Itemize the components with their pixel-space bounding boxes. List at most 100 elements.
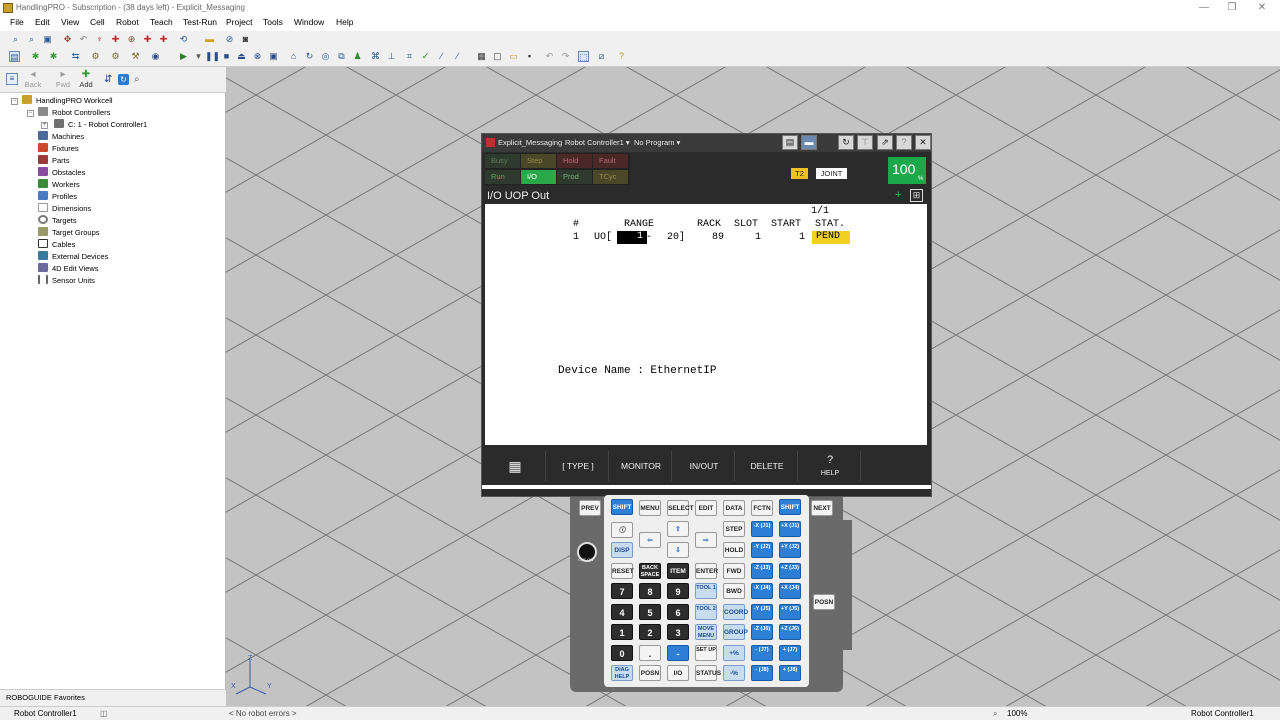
jog-minus-j6[interactable]: -Z (J6) — [751, 624, 773, 640]
minimize-button[interactable]: — — [1192, 0, 1216, 16]
record-icon[interactable]: ⚙ — [90, 51, 101, 62]
tree-item-cables[interactable]: Cables — [38, 239, 75, 251]
tree-item-targets[interactable]: Targets — [38, 215, 77, 227]
tree-root[interactable]: HandlingPRO Workcell — [22, 95, 113, 107]
refresh-tree-icon[interactable]: ↻ — [118, 74, 129, 85]
tp-program-select[interactable]: No Program ▾ — [634, 138, 680, 147]
key-7[interactable]: 7 — [611, 583, 633, 599]
tree-robot-controllers[interactable]: Robot Controllers — [38, 107, 110, 119]
open-folder-icon[interactable]: ▭ — [508, 51, 519, 62]
profile-icon[interactable]: ⊥ — [386, 51, 397, 62]
tab-favorites[interactable]: Favorites — [54, 693, 85, 702]
tp-controller-select[interactable]: Robot Controller1 ▾ — [565, 138, 630, 147]
key-6[interactable]: 6 — [667, 604, 689, 620]
jog-plus-j8[interactable]: + (J8) — [779, 665, 801, 681]
key-io[interactable]: I/O — [667, 665, 689, 681]
jog-minus-j8[interactable]: - (J8) — [751, 665, 773, 681]
grid-icon[interactable]: ▦ — [476, 51, 487, 62]
tree-item-external-devices[interactable]: External Devices — [38, 251, 108, 263]
key-move-menu[interactable]: MOVE MENU — [695, 624, 717, 640]
info-key-icon[interactable]: ⓘ — [611, 522, 633, 538]
step-icon[interactable]: ⇆ — [70, 51, 81, 62]
key-2[interactable]: 2 — [639, 624, 661, 640]
softkey-help[interactable]: ? HELP — [800, 451, 861, 481]
jog-plus-j4[interactable]: +X (J4) — [779, 583, 801, 599]
touchup-icon[interactable]: ✱ — [48, 51, 59, 62]
key-3[interactable]: 3 — [667, 624, 689, 640]
redo-icon[interactable]: ↷ — [560, 51, 571, 62]
gear-icon[interactable]: ⚙ — [110, 51, 121, 62]
run-icon[interactable]: ▶ — [178, 51, 189, 62]
jog-plus-j2[interactable]: +Y (J2) — [779, 542, 801, 558]
orient-icon[interactable]: ⟲ — [178, 34, 189, 45]
speed-up-key-icon[interactable]: +% — [723, 645, 745, 661]
plot-icon[interactable]: ⌗ — [404, 51, 415, 62]
arrow-up-icon[interactable]: ⇧ — [667, 521, 689, 537]
stop-icon[interactable]: ■ — [221, 51, 232, 62]
zoom-icon[interactable]: ⌕ — [10, 34, 21, 45]
menu-teach[interactable]: Teach — [150, 17, 173, 27]
zoom-in-icon[interactable]: ⌕ — [26, 34, 37, 45]
key-hold[interactable]: HOLD — [723, 542, 745, 558]
key-tool1[interactable]: TOOL 1 — [695, 583, 717, 599]
expand-icon[interactable]: + — [41, 122, 48, 129]
split-screen-icon[interactable]: ⊞ — [910, 189, 923, 202]
collapse-icon[interactable]: − — [27, 110, 34, 117]
key-item[interactable]: ITEM — [667, 563, 689, 579]
override-display[interactable]: 100 % — [888, 157, 926, 184]
key-posn[interactable]: POSN — [639, 665, 661, 681]
chart-icon[interactable]: ✓ — [420, 51, 431, 62]
tree-item-4d-edit-views[interactable]: 4D Edit Views — [38, 263, 99, 275]
key-disp[interactable]: DISP — [611, 542, 633, 558]
jog-plus-j3[interactable]: +Z (J3) — [779, 563, 801, 579]
key-fctn[interactable]: FCTN — [751, 500, 773, 516]
key-status[interactable]: STATUS — [695, 665, 721, 681]
list-view-icon[interactable]: ≡ — [6, 73, 18, 85]
key-menu[interactable]: MENU — [639, 500, 661, 516]
softkey-delete[interactable]: DELETE — [737, 451, 798, 481]
worker-icon[interactable]: ♟ — [352, 51, 363, 62]
tree-item-sensor-units[interactable]: Sensor Units — [38, 275, 95, 287]
new-file-icon[interactable]: ▢ — [492, 51, 503, 62]
move-icon[interactable]: ✚ — [142, 34, 153, 45]
pause-icon[interactable]: ❚❚ — [205, 51, 220, 62]
menu-view[interactable]: View — [61, 17, 79, 27]
tp-close-icon[interactable]: ✕ — [915, 135, 931, 150]
key-backspace[interactable]: BACK SPACE — [639, 563, 661, 579]
maximize-button[interactable]: ❐ — [1220, 0, 1244, 16]
jog-plus-j1[interactable]: +X (J1) — [779, 521, 801, 537]
key-enter[interactable]: ENTER — [695, 563, 718, 579]
menu-test-run[interactable]: Test-Run — [183, 17, 217, 27]
tab-roboguide[interactable]: ROBOGUIDE — [6, 693, 52, 702]
cable-icon[interactable]: ⌘ — [370, 51, 381, 62]
menu-edit[interactable]: Edit — [35, 17, 50, 27]
menu-project[interactable]: Project — [226, 17, 252, 27]
tp-doc-icon[interactable]: ▤ — [782, 135, 798, 150]
search-tree-icon[interactable]: ⌕ — [134, 74, 140, 85]
eject-icon[interactable]: ⏏ — [236, 51, 247, 62]
back-button[interactable]: ◂ Back — [20, 69, 46, 89]
collapse-icon[interactable]: − — [11, 98, 18, 105]
reset-icon[interactable]: ⊗ — [252, 51, 263, 62]
camera-icon[interactable]: ◙ — [240, 34, 251, 45]
add-button[interactable]: ✚ Add — [73, 69, 99, 89]
key-5[interactable]: 5 — [639, 604, 661, 620]
arrow-left-icon[interactable]: ⇦ — [639, 532, 661, 548]
menu-robot[interactable]: Robot — [116, 17, 139, 27]
jog-minus-j2[interactable]: -Y (J2) — [751, 542, 773, 558]
jog-minus-j3[interactable]: -Z (J3) — [751, 563, 773, 579]
key-dot[interactable]: . — [639, 645, 661, 661]
tree-item-fixtures[interactable]: Fixtures — [38, 143, 79, 155]
line-icon[interactable]: ∕ — [436, 51, 447, 62]
jog-plus-j6[interactable]: +Z (J6) — [779, 624, 801, 640]
menu-grid-icon[interactable]: ▦ — [485, 451, 546, 481]
row-range-start-field[interactable]: 1 — [617, 231, 647, 244]
zoom-plus-icon[interactable]: + — [895, 189, 901, 201]
tree-controller[interactable]: C: 1 - Robot Controller1 — [54, 119, 147, 131]
arrow-down-icon[interactable]: ⇩ — [667, 542, 689, 558]
key-prev[interactable]: PREV — [579, 500, 601, 516]
key-tool2[interactable]: TOOL 2 — [695, 604, 717, 620]
line-tool-icon[interactable]: ∕ — [452, 51, 463, 62]
key-reset[interactable]: RESET — [611, 563, 634, 579]
key-4[interactable]: 4 — [611, 604, 633, 620]
